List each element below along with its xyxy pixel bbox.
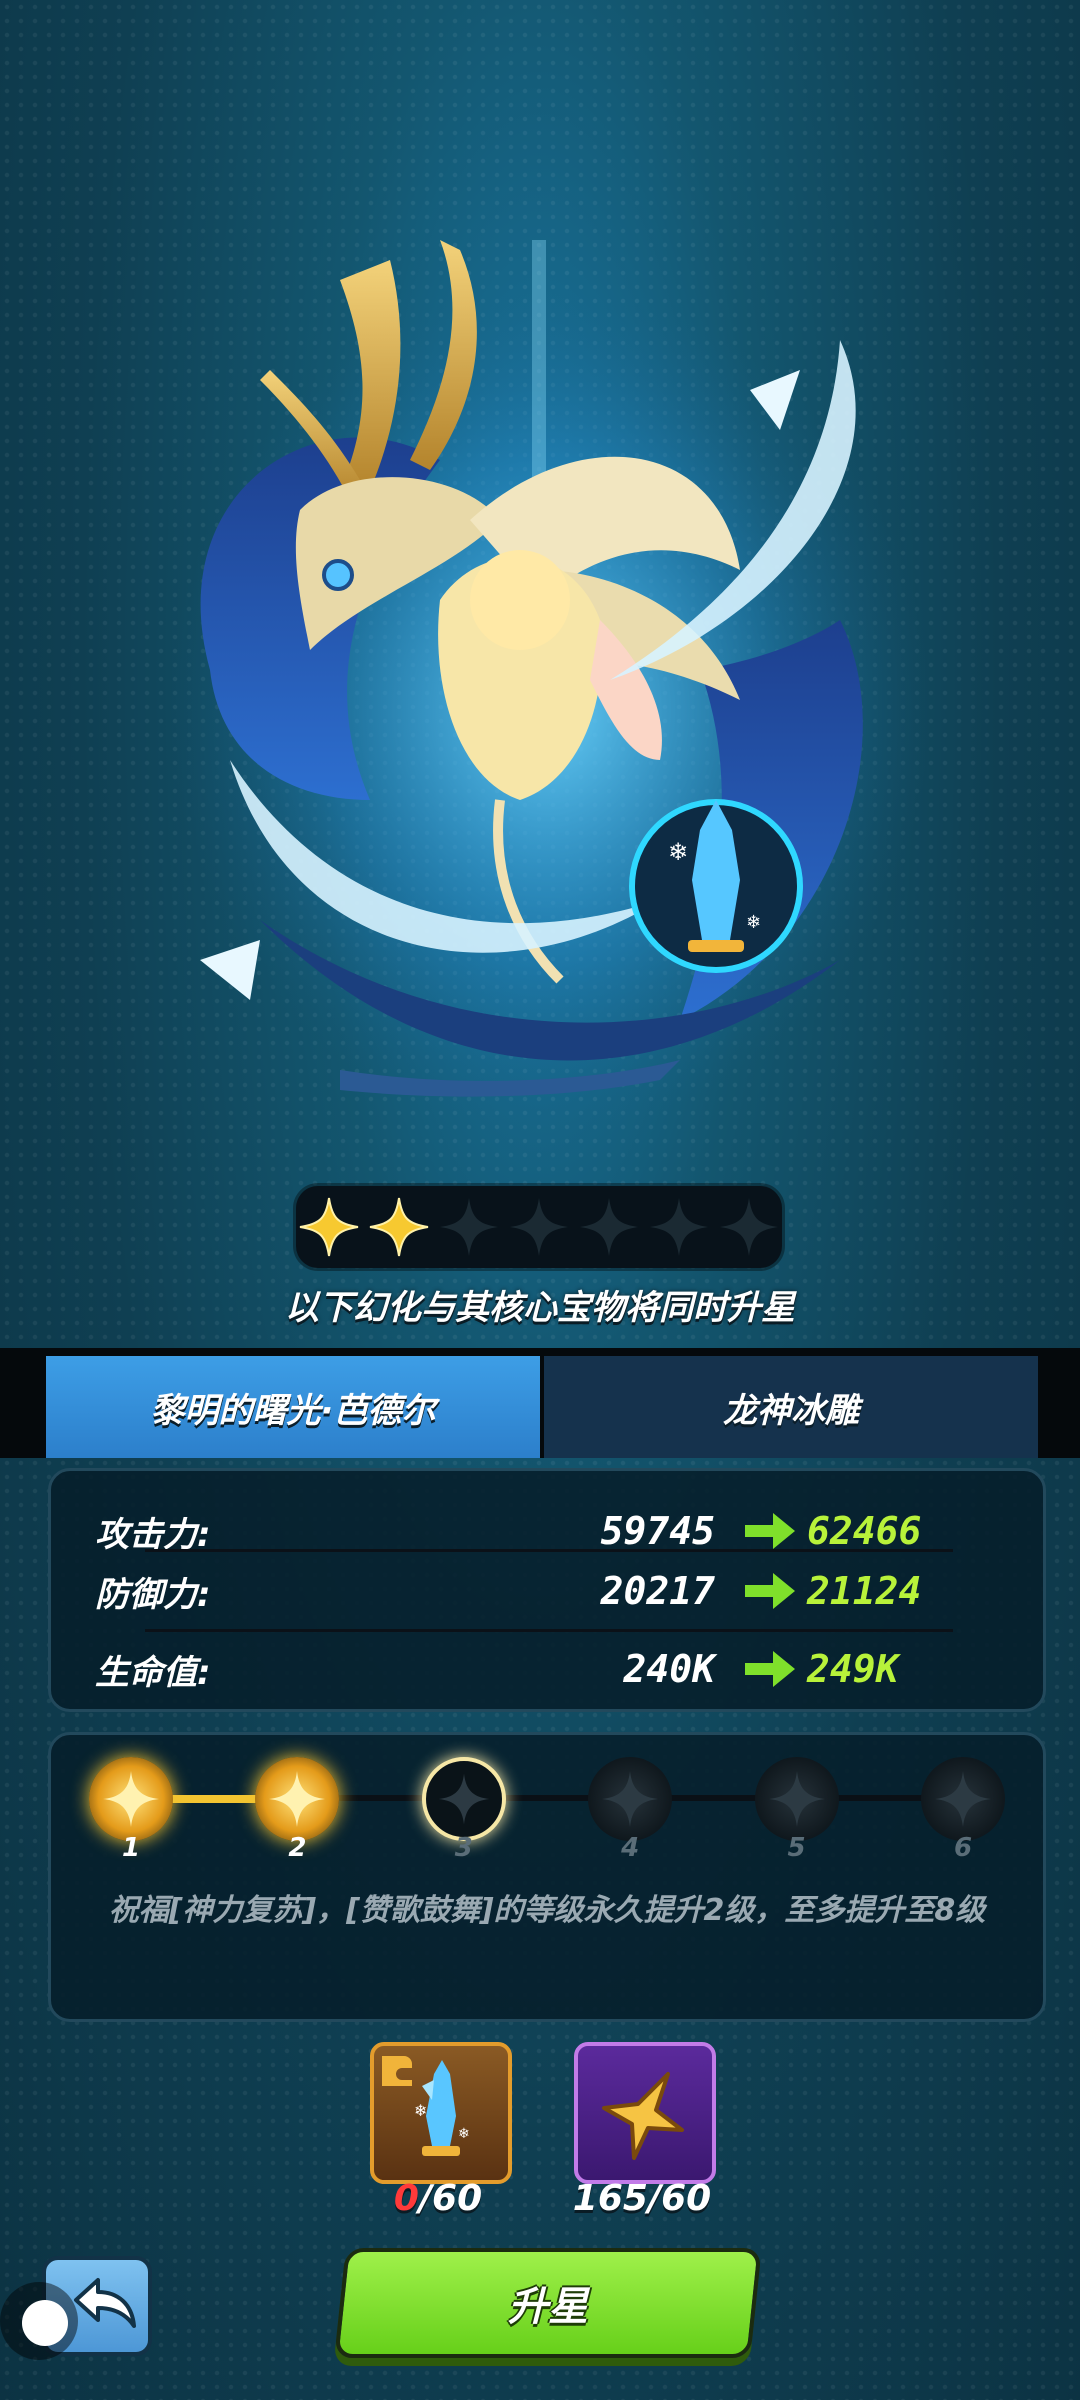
level-node-6[interactable] [921,1757,1005,1841]
sparkle-icon [103,1771,159,1827]
stats-panel: 攻击力: 59745 62466 防御力: 20217 21124 生命值: 2… [48,1468,1046,1712]
svg-text:❄: ❄ [458,2126,470,2142]
star-empty-icon [720,1198,778,1256]
svg-text:❄: ❄ [746,912,761,933]
level-node-2[interactable] [255,1757,340,1841]
upgrade-notice: 以下幻化与其核心宝物将同时升星 [285,1288,795,1328]
star-filled-icon [369,1197,429,1257]
cost-count-star: 165/60 [522,2178,762,2219]
cost-item-ice-statue-shard[interactable]: ❄ ❄ [370,2042,512,2184]
tab-strip: 黎明的曙光·芭德尔 龙神冰雕 [0,1348,1080,1458]
divider [145,1549,953,1552]
level-node-number: 4 [621,1833,640,1863]
sparkle-icon [438,1773,490,1825]
star-rating-bar [296,1186,782,1268]
gold-star-icon [602,2072,684,2160]
stat-row-defense: 防御力: 20217 21124 [95,1553,999,1629]
ice-statue-shard-icon: ❄ ❄ [382,2056,470,2156]
level-node-number: 2 [288,1833,307,1863]
stat-label: 生命值: [95,1652,211,1693]
sparkle-icon [768,1771,825,1827]
star-empty-icon [510,1198,568,1256]
cost-have: 0 [393,2178,419,2219]
level-node-5[interactable] [754,1757,839,1841]
level-node-number: 6 [953,1833,973,1863]
stat-current: 240K [623,1647,715,1691]
stat-next: 62466 [807,1509,922,1553]
stat-next: 249K [807,1647,899,1691]
stat-current: 20217 [600,1569,715,1613]
cost-have: 165 [572,2178,648,2219]
svg-text:❄: ❄ [414,2101,427,2120]
star-empty-icon [650,1198,708,1256]
level-node-number: 5 [787,1833,806,1863]
upgrade-star-label: 升星 [508,2284,588,2330]
star-filled-icon [299,1197,359,1257]
sparkle-icon [602,1771,659,1827]
stat-current: 59745 [600,1509,715,1553]
star-empty-icon [440,1198,498,1256]
level-track-panel: 1 2 3 4 5 6 祝福[神力复苏]，[赞歌鼓舞]的等级永久提升2级，至多提升至8级 [48,1732,1046,2022]
star-empty-icon [580,1198,638,1256]
level-node-number: 1 [121,1833,141,1863]
stat-next: 21124 [807,1569,922,1613]
arrow-right-icon [745,1651,795,1687]
sparkle-icon [935,1771,991,1827]
svg-text:❄: ❄ [668,838,688,866]
stat-row-hp: 生命值: 240K 249K [95,1631,999,1707]
level-node-number: 3 [454,1833,473,1863]
tab-form-badeer[interactable]: 黎明的曙光·芭德尔 [46,1356,540,1458]
sparkle-icon [269,1771,326,1827]
upgrade-star-button[interactable]: 升星 [334,2248,762,2358]
level-node-4[interactable] [588,1757,673,1841]
tab-dragon-ice-statue[interactable]: 龙神冰雕 [544,1356,1038,1458]
cost-item-gold-star[interactable] [574,2042,716,2184]
cost-need: /60 [647,2178,712,2219]
arrow-right-icon [745,1573,795,1609]
level-node-1[interactable] [89,1757,173,1841]
arrow-right-icon [745,1513,795,1549]
blessing-description: 祝福[神力复苏]，[赞歌鼓舞]的等级永久提升2级，至多提升至8级 [108,1893,986,1928]
stat-label: 防御力: [95,1574,211,1615]
level-node-3[interactable] [421,1757,506,1841]
cost-need: /60 [418,2178,483,2219]
hero-illustration: ❄ ❄ [170,240,930,1130]
floating-assist-dot [22,2300,68,2346]
